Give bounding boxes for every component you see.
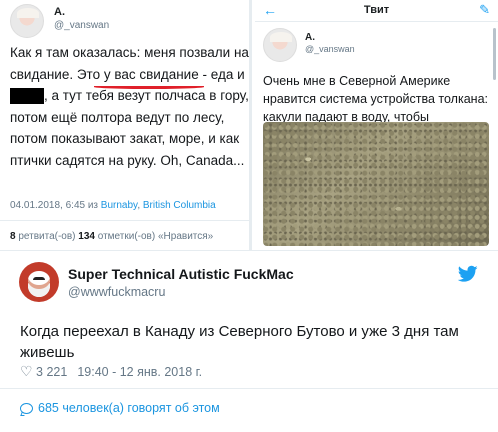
like-group[interactable]: ♡ 3 221 <box>20 363 67 380</box>
tweet-text-part-2: , а тут тебя везут полчаса в гору, потом… <box>10 88 249 168</box>
embedded-screenshots: A. @_vanswan Как я там оказалась: меня п… <box>0 0 498 250</box>
right-tweet-screenshot: ← Твит ✎ A. @_vanswan Очень мне в Северн… <box>255 0 498 250</box>
avatar[interactable] <box>19 262 59 302</box>
author-name: A. <box>305 32 315 43</box>
like-label: отметки(-ов) «Нравится» <box>94 231 214 242</box>
tweet-meta: 04.01.2018, 6:45 из Burnaby, British Col… <box>10 200 216 211</box>
tweet-text: Как я там оказалась: меня позвали на сви… <box>10 42 249 171</box>
author-name[interactable]: Super Technical Autistic FuckMac <box>68 266 294 282</box>
tweet-meta: ♡ 3 221 19:40 - 12 янв. 2018 г. <box>20 363 202 380</box>
author-name: A. <box>54 6 65 18</box>
tweet-card: Super Technical Autistic FuckMac @wwwfuc… <box>0 250 498 432</box>
tweet-text-part-1: Как я там оказалась: меня позвали на сви… <box>10 45 249 82</box>
author-handle: @_vanswan <box>54 20 110 31</box>
tweet-timestamp[interactable]: 19:40 - 12 янв. 2018 г. <box>77 365 202 379</box>
scrollbar[interactable] <box>493 28 496 80</box>
tweet-stats: 8 ретвита(-ов) 134 отметки(-ов) «Нравитс… <box>10 231 213 242</box>
heart-icon[interactable]: ♡ <box>20 363 33 379</box>
tweet-text: Очень мне в Северной Америке нравится си… <box>263 74 488 122</box>
red-underline-mark <box>94 85 204 89</box>
divider <box>0 220 249 221</box>
place-link-burnaby[interactable]: Burnaby <box>101 200 138 211</box>
header-title: Твит <box>363 4 390 16</box>
author-handle: @_vanswan <box>305 44 355 54</box>
retweet-label: ретвита(-ов) <box>15 231 79 242</box>
twitter-bird-icon[interactable] <box>458 265 478 283</box>
tweet-text: Когда переехал в Канаду из Северного Бут… <box>20 323 459 361</box>
divider <box>0 388 498 389</box>
place-link-bc[interactable]: British Columbia <box>143 200 216 211</box>
redaction-box <box>10 88 44 105</box>
author-handle[interactable]: @wwwfuckmacru <box>68 285 165 299</box>
speech-bubble-icon <box>20 402 33 414</box>
tweet-time: 04.01.2018, 6:45 из <box>10 200 101 211</box>
back-arrow-icon[interactable]: ← <box>263 2 277 18</box>
left-tweet-screenshot: A. @_vanswan Как я там оказалась: меня п… <box>0 0 252 250</box>
like-count: 134 <box>78 231 95 242</box>
avatar <box>10 4 44 38</box>
app-header: ← Твит ✎ <box>255 0 498 22</box>
conversation-link[interactable]: 685 человек(а) говорят об этом <box>20 401 220 415</box>
avatar <box>263 28 297 62</box>
conversation-count: 685 человек(а) говорят об этом <box>38 401 220 415</box>
tweet-photo <box>263 122 489 246</box>
like-count: 3 221 <box>36 365 68 379</box>
compose-icon[interactable]: ✎ <box>479 2 490 18</box>
